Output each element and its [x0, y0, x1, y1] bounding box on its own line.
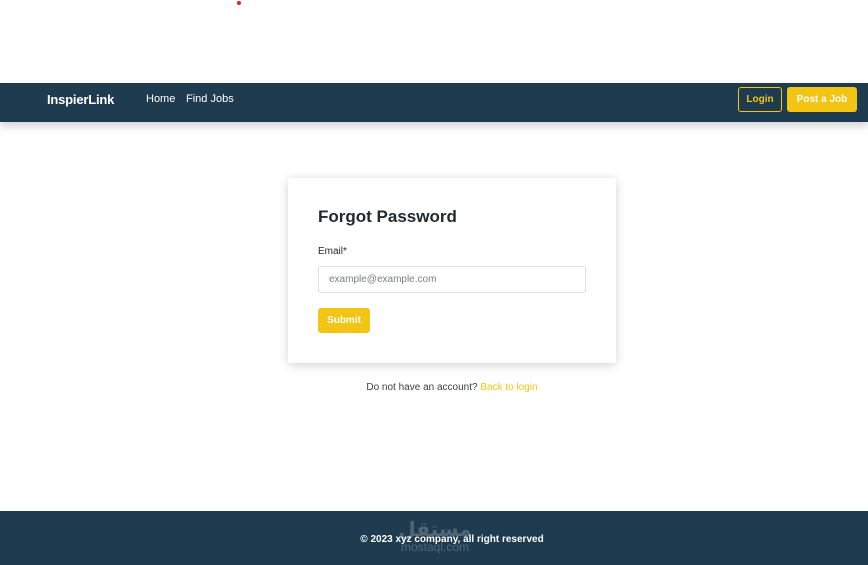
copyright-text: © 2023 xyz company, all right reserved [360, 534, 544, 545]
signup-prompt-text: Do not have an account? [366, 382, 478, 393]
navbar: InspierLink Home Find Jobs Login Post a … [0, 83, 868, 122]
submit-button[interactable]: Submit [318, 308, 370, 333]
nav-link-home[interactable]: Home [146, 93, 175, 105]
brand-logo[interactable]: InspierLink [47, 92, 114, 107]
page-title: Forgot Password [318, 207, 457, 226]
page: InspierLink Home Find Jobs Login Post a … [0, 0, 868, 565]
forgot-password-card: Forgot Password Email* Submit [288, 178, 616, 363]
red-dot-marker [237, 1, 241, 5]
email-label: Email* [318, 246, 347, 257]
back-to-login-link[interactable]: Back to login [480, 382, 537, 393]
email-field[interactable] [318, 266, 586, 293]
nav-link-find-jobs[interactable]: Find Jobs [186, 93, 234, 105]
post-job-button[interactable]: Post a Job [787, 87, 857, 112]
login-button[interactable]: Login [738, 87, 782, 112]
footer: مستقل mostaql.com © 2023 xyz company, al… [0, 511, 868, 565]
signup-prompt: Do not have an account? Back to login [0, 382, 868, 393]
